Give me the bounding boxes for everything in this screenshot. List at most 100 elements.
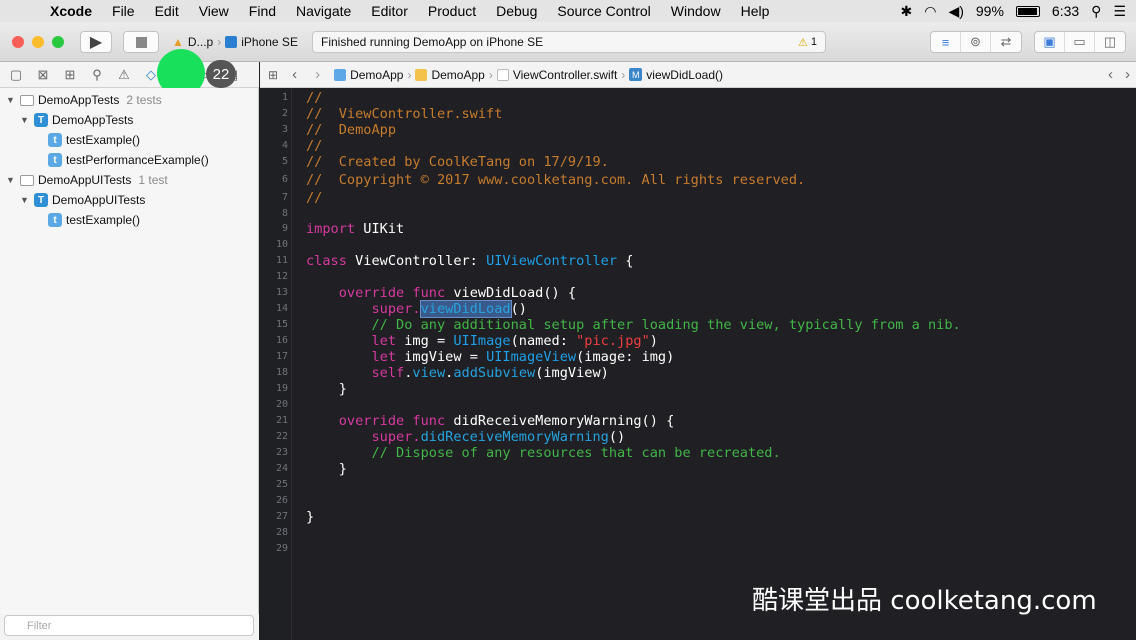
stop-button[interactable] (123, 31, 159, 53)
scheme-project: D...p (187, 35, 214, 49)
bluetooth-icon[interactable]: ✱ (901, 3, 913, 20)
breadcrumb-group[interactable]: DemoApp (415, 68, 485, 82)
warning-indicator[interactable]: ⚠ 1 (798, 36, 825, 49)
line-number[interactable]: 10 (260, 239, 288, 250)
line-number[interactable]: 1 (260, 92, 288, 103)
disclosure-triangle-icon[interactable]: ▼ (20, 195, 30, 205)
breadcrumb-project[interactable]: DemoApp (334, 68, 403, 82)
wifi-icon[interactable]: ◠ (924, 3, 936, 20)
battery-icon[interactable] (1015, 5, 1040, 17)
type-name: UIImage (453, 333, 511, 349)
breadcrumb-method[interactable]: M viewDidLoad() (629, 68, 723, 82)
menu-file[interactable]: File (102, 3, 145, 19)
selected-text[interactable]: viewDidLoad (419, 300, 512, 318)
navigator-toggle-icon[interactable]: ▣ (1035, 32, 1065, 52)
menu-source-control[interactable]: Source Control (547, 3, 660, 19)
breadcrumb-file[interactable]: ViewController.swift (496, 68, 617, 82)
line-number[interactable]: 20 (260, 399, 288, 410)
source-control-navigator-icon[interactable]: ⊠ (35, 67, 51, 83)
notification-center-icon[interactable]: ☰ (1113, 3, 1126, 20)
standard-editor-icon[interactable]: ≡ (931, 32, 961, 52)
menu-view[interactable]: View (189, 3, 239, 19)
tree-row[interactable]: ▼ T DemoAppUITests (20, 190, 145, 210)
related-items-icon[interactable]: ⊞ (268, 68, 278, 82)
spotlight-icon[interactable]: ⚲ (1091, 3, 1101, 20)
disclosure-triangle-icon[interactable]: ▼ (20, 115, 30, 125)
symbol-navigator-icon[interactable]: ⊞ (62, 67, 78, 83)
line-number[interactable]: 27 (260, 511, 288, 522)
tree-row[interactable]: ▼ DemoAppUITests 1 test (6, 170, 168, 190)
line-number[interactable]: 7 (260, 192, 288, 203)
line-number[interactable]: 15 (260, 319, 288, 330)
code-line-5: // Created by CoolKeTang on 17/9/19. (306, 154, 609, 170)
code-line-15: // Do any additional setup after loading… (306, 317, 961, 333)
line-number[interactable]: 25 (260, 479, 288, 490)
line-number[interactable]: 2 (260, 108, 288, 119)
line-number[interactable]: 19 (260, 383, 288, 394)
source-editor[interactable]: // // ViewController.swift // DemoApp //… (292, 88, 1136, 640)
test-navigator: ▼ DemoAppTests 2 tests ▼ T DemoAppTests … (0, 88, 259, 614)
project-navigator-icon[interactable]: ▢ (8, 67, 24, 83)
code-line-18: self.view.addSubview(imgView) (306, 365, 608, 381)
menu-editor[interactable]: Editor (361, 3, 418, 19)
line-number[interactable]: 29 (260, 543, 288, 554)
test-count: 1 test (138, 173, 168, 187)
assistant-editor-icon[interactable]: ⊚ (961, 32, 991, 52)
line-number[interactable]: 28 (260, 527, 288, 538)
tree-row[interactable]: t testExample() (48, 130, 140, 150)
menu-help[interactable]: Help (731, 3, 780, 19)
minimize-window-button[interactable] (32, 35, 44, 48)
line-number[interactable]: 3 (260, 124, 288, 135)
forward-icon[interactable]: › (315, 66, 320, 83)
line-number[interactable]: 11 (260, 255, 288, 266)
line-number[interactable]: 4 (260, 140, 288, 151)
line-number[interactable]: 5 (260, 156, 288, 167)
utilities-toggle-icon[interactable]: ◫ (1095, 32, 1125, 52)
tree-row[interactable]: ▼ DemoAppTests 2 tests (6, 90, 162, 110)
disclosure-triangle-icon[interactable]: ▼ (6, 95, 16, 105)
line-number[interactable]: 14 (260, 303, 288, 314)
line-number[interactable]: 18 (260, 367, 288, 378)
find-navigator-icon[interactable]: ⚲ (89, 67, 105, 83)
back-icon[interactable]: ‹ (292, 66, 297, 83)
close-window-button[interactable] (12, 35, 24, 48)
line-number[interactable]: 26 (260, 495, 288, 506)
issue-navigator-icon[interactable]: ⚠ (116, 67, 132, 83)
line-number[interactable]: 6 (260, 174, 288, 185)
line-number[interactable]: 8 (260, 208, 288, 219)
filter-input[interactable]: Filter (4, 615, 254, 636)
method-call: didReceiveMemoryWarning (420, 429, 609, 445)
menu-find[interactable]: Find (239, 3, 286, 19)
line-number[interactable]: 13 (260, 287, 288, 298)
disclosure-triangle-icon[interactable]: ▼ (6, 175, 16, 185)
zoom-window-button[interactable] (52, 35, 64, 48)
version-editor-icon[interactable]: ⇄ (991, 32, 1021, 52)
run-button[interactable]: ▶ (80, 31, 112, 53)
clock[interactable]: 6:33 (1052, 3, 1079, 19)
menu-product[interactable]: Product (418, 3, 486, 19)
method-icon: M (629, 68, 643, 81)
menu-window[interactable]: Window (661, 3, 731, 19)
volume-icon[interactable]: ◀) (948, 3, 963, 20)
line-number[interactable]: 16 (260, 335, 288, 346)
line-number[interactable]: 9 (260, 223, 288, 234)
activity-status[interactable]: Finished running DemoApp on iPhone SE ⚠ 1 (312, 31, 826, 53)
menu-xcode[interactable]: Xcode (40, 3, 102, 19)
tree-row[interactable]: t testPerformanceExample() (48, 150, 209, 170)
next-issue-icon[interactable]: › (1125, 66, 1130, 83)
menu-debug[interactable]: Debug (486, 3, 547, 19)
line-number[interactable]: 24 (260, 463, 288, 474)
string-literal: "pic.jpg" (576, 333, 650, 349)
line-number[interactable]: 12 (260, 271, 288, 282)
menu-edit[interactable]: Edit (145, 3, 189, 19)
previous-issue-icon[interactable]: ‹ (1108, 66, 1113, 83)
debug-area-toggle-icon[interactable]: ▭ (1065, 32, 1095, 52)
battery-percent[interactable]: 99% (976, 3, 1004, 19)
tree-row[interactable]: ▼ T DemoAppTests (20, 110, 133, 130)
line-number[interactable]: 21 (260, 415, 288, 426)
line-number[interactable]: 23 (260, 447, 288, 458)
menu-navigate[interactable]: Navigate (286, 3, 361, 19)
tree-row[interactable]: t testExample() (48, 210, 140, 230)
line-number[interactable]: 22 (260, 431, 288, 442)
line-number[interactable]: 17 (260, 351, 288, 362)
